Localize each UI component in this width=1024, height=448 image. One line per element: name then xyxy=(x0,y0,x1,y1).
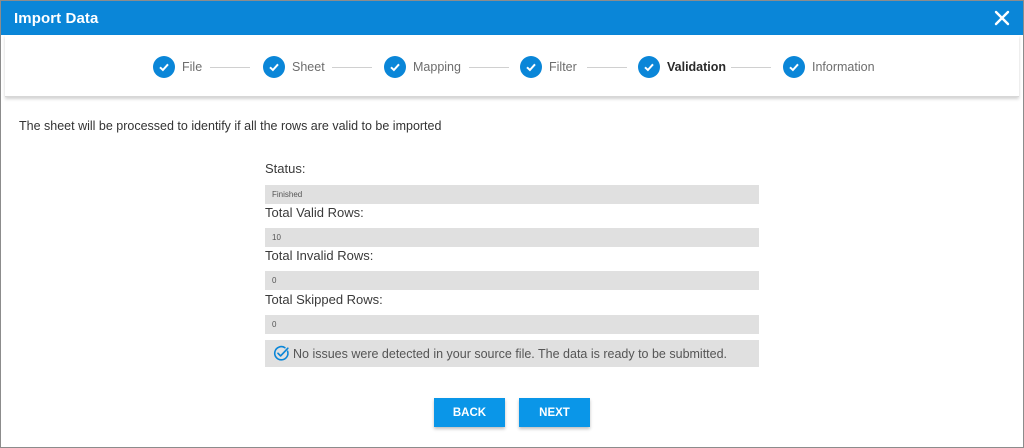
close-icon[interactable] xyxy=(993,9,1011,27)
status-field: Finished xyxy=(265,185,759,204)
check-icon xyxy=(153,56,175,78)
import-data-dialog: Import Data File Sheet Mapping Filter Va… xyxy=(0,0,1024,448)
step-label: Mapping xyxy=(413,60,461,74)
valid-rows-label: Total Valid Rows: xyxy=(265,205,364,220)
step-file[interactable]: File xyxy=(153,55,202,79)
step-label: Filter xyxy=(549,60,577,74)
step-connector xyxy=(469,67,509,68)
next-button[interactable]: NEXT xyxy=(519,398,590,427)
invalid-rows-field: 0 xyxy=(265,271,759,290)
step-label: Sheet xyxy=(292,60,325,74)
wizard-stepper: File Sheet Mapping Filter Validation Inf… xyxy=(5,35,1019,97)
status-label: Status: xyxy=(265,161,306,176)
validation-notice: No issues were detected in your source f… xyxy=(265,340,759,367)
step-connector xyxy=(210,67,250,68)
back-button[interactable]: BACK xyxy=(434,398,505,427)
invalid-rows-label: Total Invalid Rows: xyxy=(265,248,374,263)
step-connector xyxy=(332,67,372,68)
step-validation[interactable]: Validation xyxy=(638,55,726,79)
intro-text: The sheet will be processed to identify … xyxy=(19,119,442,133)
step-sheet[interactable]: Sheet xyxy=(263,55,325,79)
check-icon xyxy=(520,56,542,78)
title-bar: Import Data xyxy=(1,1,1023,35)
step-label: File xyxy=(182,60,203,74)
step-mapping[interactable]: Mapping xyxy=(384,55,461,79)
check-circle-icon xyxy=(273,345,289,361)
step-connector xyxy=(731,67,771,68)
check-icon xyxy=(263,56,285,78)
dialog-title: Import Data xyxy=(14,10,99,27)
step-label: Information xyxy=(812,60,875,74)
notice-text: No issues were detected in your source f… xyxy=(293,346,728,361)
step-connector xyxy=(587,67,627,68)
step-information[interactable]: Information xyxy=(783,55,875,79)
skipped-rows-label: Total Skipped Rows: xyxy=(265,292,383,307)
check-icon xyxy=(783,56,805,78)
step-label: Validation xyxy=(667,60,727,74)
check-icon xyxy=(384,56,406,78)
skipped-rows-field: 0 xyxy=(265,315,759,334)
check-icon xyxy=(638,56,660,78)
valid-rows-field: 10 xyxy=(265,228,759,247)
step-filter[interactable]: Filter xyxy=(520,55,577,79)
